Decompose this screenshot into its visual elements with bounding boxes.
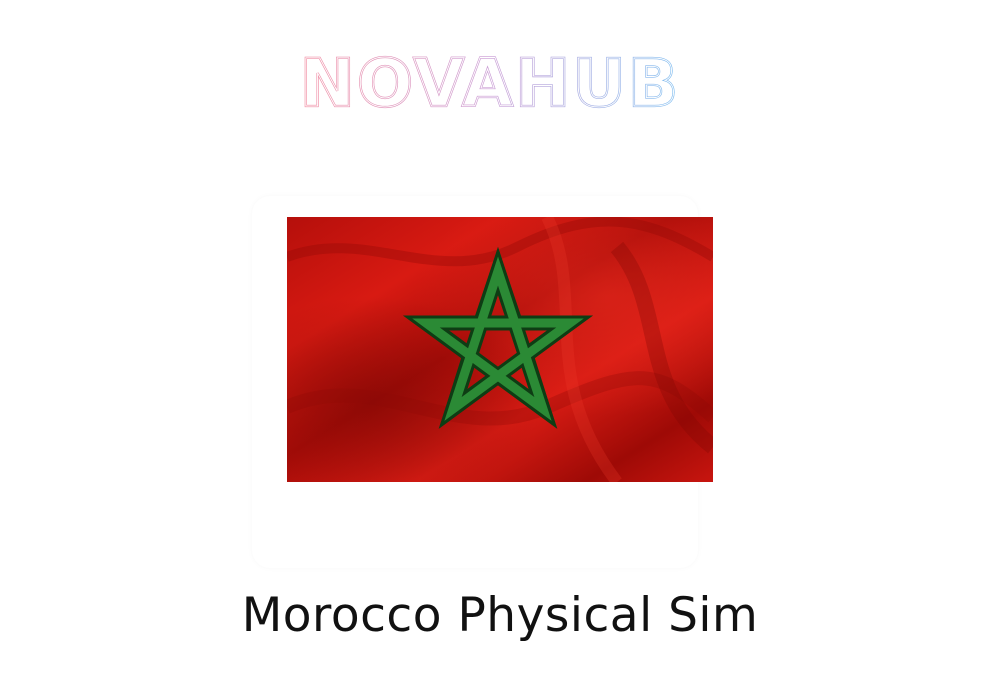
brand-logo[interactable]: NOVAHUB NOVAHUB	[280, 48, 700, 120]
brand-logo-svg: NOVAHUB NOVAHUB	[299, 48, 680, 120]
brand-name-inner-line: NOVAHUB	[300, 48, 680, 120]
morocco-flag-icon	[287, 217, 713, 482]
product-image[interactable]	[287, 217, 713, 482]
product-title[interactable]: Morocco Physical Sim	[0, 588, 1000, 643]
